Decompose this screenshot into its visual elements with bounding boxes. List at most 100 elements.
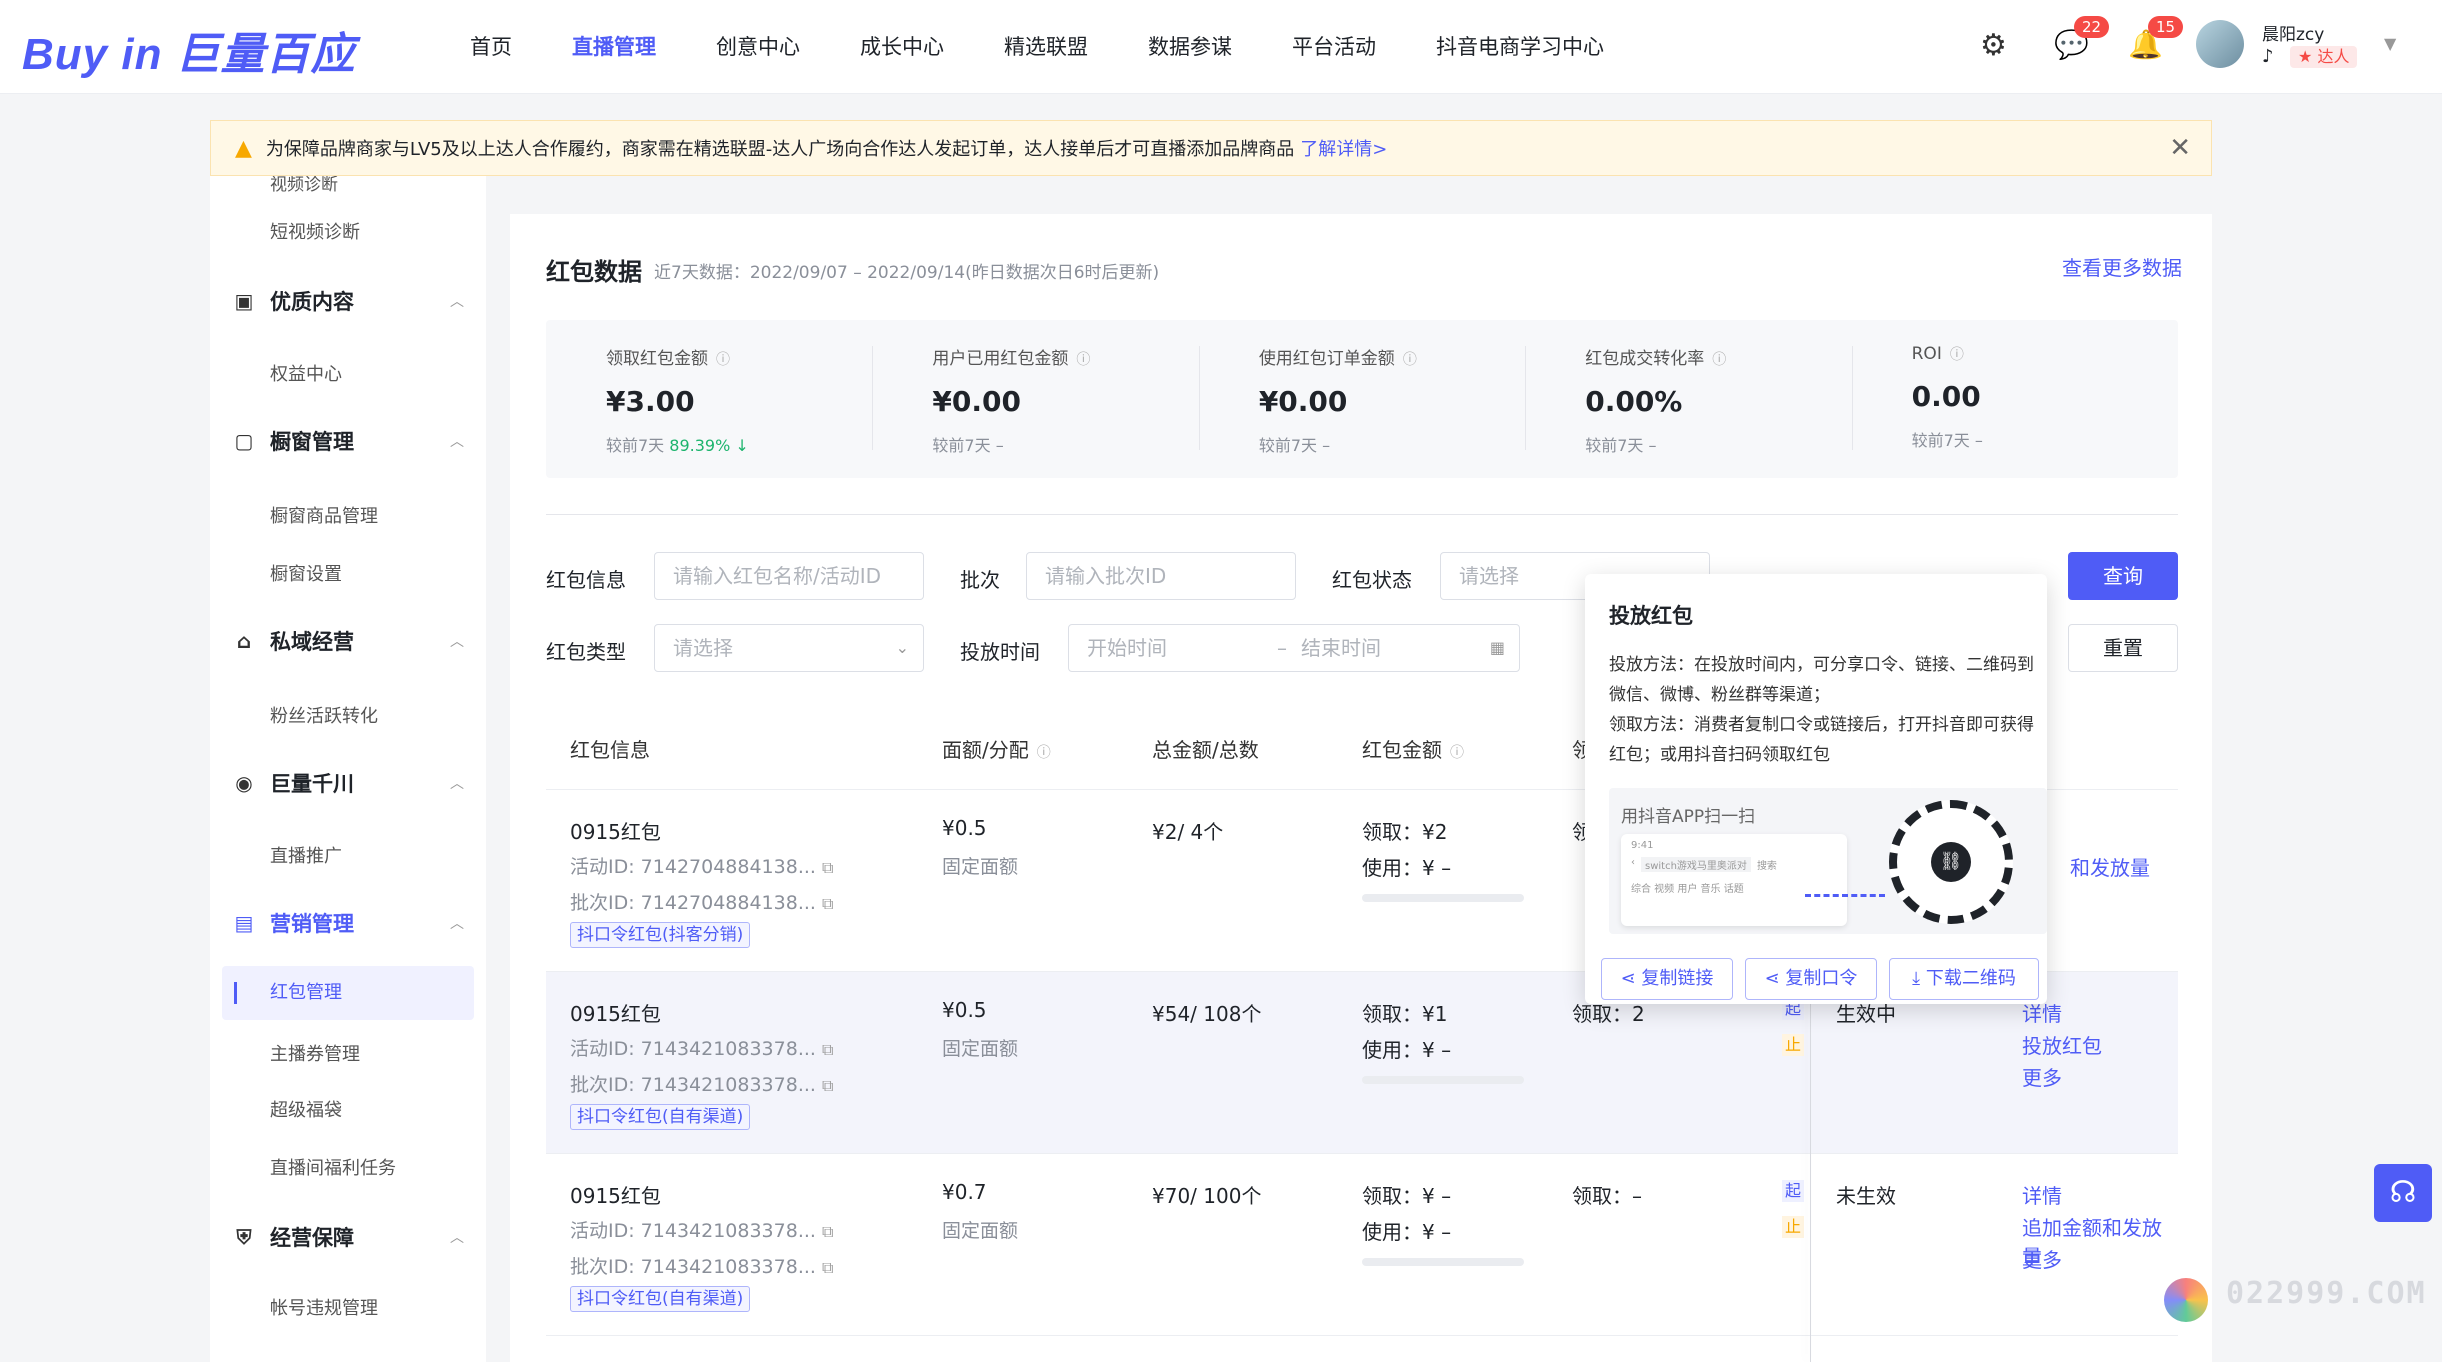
nav-data-advisor[interactable]: 数据参谋 bbox=[1148, 0, 1232, 94]
notice-details-link[interactable]: 了解详情> bbox=[1300, 135, 1387, 161]
batch-id-input[interactable]: 请输入批次ID bbox=[1026, 552, 1296, 600]
copy-icon[interactable]: ⧉ bbox=[822, 1222, 833, 1241]
nav-creative-center[interactable]: 创意中心 bbox=[716, 0, 800, 94]
logo[interactable]: Buy in 巨量百应 bbox=[22, 18, 356, 82]
stat-compare: 较前7天 – bbox=[1259, 432, 1525, 456]
sidebar-item-partial[interactable]: 视频诊断 bbox=[270, 176, 338, 195]
type-tag: 抖口令红包(抖客分销) bbox=[570, 922, 751, 948]
chevron-up-icon: ︿ bbox=[450, 294, 464, 310]
sidebar-group-marketing-management[interactable]: ▤ 营销管理 ︿ bbox=[234, 908, 474, 938]
allocation: 固定面额 bbox=[942, 1220, 1019, 1242]
type-select[interactable]: 请选择 ⌄ bbox=[654, 624, 924, 672]
nav-platform-activity[interactable]: 平台活动 bbox=[1292, 0, 1376, 94]
copy-code-button[interactable]: ⋖ 复制口令 bbox=[1745, 958, 1877, 1000]
sidebar-group-quality-content[interactable]: ▣ 优质内容 ︿ bbox=[234, 286, 474, 316]
copy-link-button[interactable]: ⋖ 复制链接 bbox=[1601, 958, 1733, 1000]
settings-gear-icon[interactable]: ⚙ bbox=[1980, 28, 2007, 63]
nav-live-management[interactable]: 直播管理 bbox=[572, 0, 656, 94]
chevron-up-icon: ︿ bbox=[450, 1230, 464, 1246]
nav-selected-alliance[interactable]: 精选联盟 bbox=[1004, 0, 1088, 94]
copy-icon[interactable]: ⧉ bbox=[822, 858, 833, 877]
chevron-up-icon: ︿ bbox=[450, 916, 464, 932]
stat-value: ¥0.00 bbox=[1258, 385, 1348, 418]
stop-tag: 止 bbox=[1782, 1216, 1805, 1238]
start-tag: 起 bbox=[1782, 1180, 1805, 1202]
link-icon: ⛓ bbox=[1931, 842, 1971, 882]
chevron-up-icon: ︿ bbox=[450, 434, 464, 450]
phone-mockup: 9:41 ‹ switch游戏马里奥派对 搜索 综合 视频 用户 音乐 话题 bbox=[1621, 834, 1847, 926]
messages-badge: 22 bbox=[2074, 16, 2110, 38]
sidebar-item-fan-conversion[interactable]: 粉丝活跃转化 bbox=[270, 702, 378, 728]
receive-count: 领取：– bbox=[1572, 1184, 1642, 1208]
sidebar-group-label: 优质内容 bbox=[270, 290, 354, 314]
help-icon[interactable]: ⓘ bbox=[1950, 347, 1964, 363]
sidebar-group-label: 经营保障 bbox=[270, 1226, 354, 1250]
sidebar-item-violation-management[interactable]: 帐号违规管理 bbox=[270, 1294, 378, 1320]
stat-compare: 较前7天 – bbox=[932, 432, 1198, 456]
nav-growth-center[interactable]: 成长中心 bbox=[860, 0, 944, 94]
sidebar-item-live-promotion[interactable]: 直播推广 bbox=[270, 842, 342, 868]
sidebar-item-welfare-tasks[interactable]: 直播间福利任务 bbox=[270, 1154, 396, 1180]
stat-card: 领取红包金额 ⓘ ¥3.00 较前7天 89.39% ↓ bbox=[546, 320, 872, 478]
help-icon[interactable]: ⓘ bbox=[1076, 352, 1090, 368]
hongbao-info-input[interactable]: 请输入红包名称/活动ID bbox=[654, 552, 924, 600]
avatar[interactable] bbox=[2196, 20, 2244, 68]
popover-title: 投放红包 bbox=[1609, 604, 1693, 628]
sidebar-item-hongbao-management[interactable]: 红包管理 bbox=[222, 966, 474, 1020]
customer-service-headset-icon[interactable]: ☊ bbox=[2374, 1164, 2432, 1222]
close-icon[interactable]: ✕ bbox=[2169, 133, 2191, 163]
copy-icon[interactable]: ⧉ bbox=[822, 894, 833, 913]
more-link[interactable]: 更多 bbox=[2022, 1062, 2062, 1091]
notice-banner: ▲ 为保障品牌商家与LV5及以上达人合作履约，商家需在精选联盟-达人广场向合作达… bbox=[210, 120, 2212, 176]
download-qr-button[interactable]: ⤓ 下载二维码 bbox=[1889, 958, 2039, 1000]
end-time-placeholder: 结束时间 bbox=[1301, 636, 1381, 660]
launch-method-text: 投放方法：在投放时间内，可分享口令、链接、二维码到微信、微博、粉丝群等渠道； bbox=[1609, 655, 2034, 705]
received-amount: 领取：¥1 bbox=[1362, 1002, 1448, 1026]
start-time-placeholder: 开始时间 bbox=[1087, 636, 1167, 660]
stat-card: 使用红包订单金额 ⓘ ¥0.00 较前7天 – bbox=[1198, 320, 1525, 478]
sidebar-group-private-operation[interactable]: ⌂ 私域经营 ︿ bbox=[234, 626, 474, 656]
sidebar-item-coupon-management[interactable]: 主播券管理 bbox=[270, 1040, 360, 1066]
nav-home[interactable]: 首页 bbox=[470, 0, 512, 94]
copy-icon[interactable]: ⧉ bbox=[822, 1258, 833, 1277]
view-more-data-link[interactable]: 查看更多数据 bbox=[2062, 252, 2182, 281]
sidebar-item-window-settings[interactable]: 橱窗设置 bbox=[270, 560, 342, 586]
phone-time: 9:41 bbox=[1631, 840, 1654, 851]
help-icon[interactable]: ⓘ bbox=[1037, 745, 1051, 761]
stat-label: 领取红包金额 ⓘ bbox=[606, 344, 872, 369]
watermark-logo-icon bbox=[2164, 1278, 2208, 1322]
sidebar-group-qianchuan[interactable]: ◉ 巨量千川 ︿ bbox=[234, 768, 474, 798]
details-link[interactable]: 详情 bbox=[2022, 1180, 2062, 1209]
help-icon[interactable]: ⓘ bbox=[1450, 745, 1464, 761]
launch-hongbao-link[interactable]: 投放红包 bbox=[2022, 1030, 2102, 1059]
dashed-arrow bbox=[1805, 894, 1885, 897]
sidebar-item-short-video-diagnosis[interactable]: 短视频诊断 bbox=[270, 218, 360, 244]
account-dropdown-chevron-icon[interactable]: ▼ bbox=[2384, 34, 2396, 53]
stat-label-text: ROI bbox=[1911, 344, 1942, 364]
date-range-picker[interactable]: 开始时间 – 结束时间 ▦ bbox=[1068, 624, 1520, 672]
sidebar-item-window-products[interactable]: 橱窗商品管理 bbox=[270, 502, 378, 528]
append-amount-link[interactable]: 和发放量 bbox=[2070, 852, 2150, 881]
more-link[interactable]: 更多 bbox=[2022, 1244, 2062, 1273]
help-icon[interactable]: ⓘ bbox=[1712, 352, 1726, 368]
stat-card: 红包成交转化率 ⓘ 0.00% 较前7天 – bbox=[1525, 320, 1851, 478]
qr-code: ⛓ bbox=[1889, 800, 2013, 924]
compare-value: – bbox=[995, 436, 1004, 455]
sidebar-group-guarantee[interactable]: ⛨ 经营保障 ︿ bbox=[234, 1222, 474, 1252]
type-tag: 抖口令红包(自有渠道) bbox=[570, 1104, 751, 1130]
copy-icon[interactable]: ⧉ bbox=[822, 1040, 833, 1059]
hongbao-info-label: 红包信息 bbox=[546, 568, 626, 592]
copy-icon[interactable]: ⧉ bbox=[822, 1076, 833, 1095]
reset-button[interactable]: 重置 bbox=[2068, 624, 2178, 672]
stat-label-text: 红包成交转化率 bbox=[1585, 349, 1705, 369]
notice-text: 为保障品牌商家与LV5及以上达人合作履约，商家需在精选联盟-达人广场向合作达人发… bbox=[265, 139, 1295, 160]
sidebar-item-rights-center[interactable]: 权益中心 bbox=[270, 360, 342, 386]
help-icon[interactable]: ⓘ bbox=[1403, 352, 1417, 368]
sidebar-group-window-management[interactable]: ▢ 橱窗管理 ︿ bbox=[234, 426, 474, 456]
activity-id-text: 活动ID: 7143421083378... bbox=[570, 1038, 816, 1060]
help-icon[interactable]: ⓘ bbox=[716, 352, 730, 368]
total: ¥54/ 108个 bbox=[1152, 1002, 1262, 1026]
sidebar-item-super-lucky-bag[interactable]: 超级福袋 bbox=[270, 1096, 342, 1122]
nav-learning-center[interactable]: 抖音电商学习中心 bbox=[1436, 0, 1604, 94]
query-button[interactable]: 查询 bbox=[2068, 552, 2178, 600]
